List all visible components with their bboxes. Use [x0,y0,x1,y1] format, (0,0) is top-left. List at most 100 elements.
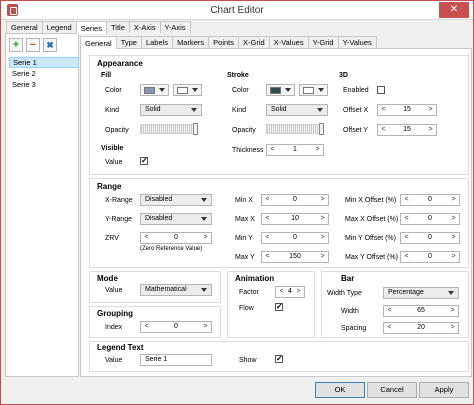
tab-title[interactable]: Title [105,21,130,33]
fill-opacity-slider[interactable] [140,123,198,135]
subtab-type[interactable]: Type [115,36,142,48]
series-item-1[interactable]: Serie 1 [9,57,79,68]
stroke-opacity-slider[interactable] [266,123,324,135]
legend-show-checkbox[interactable]: ✓ [275,355,283,363]
increment-icon[interactable]: > [294,287,303,297]
max-y-offset-stepper[interactable]: <0 > [400,251,460,263]
subtab-y-grid[interactable]: Y-Grid [307,36,339,48]
edit-series-button[interactable]: ✖ [43,38,57,52]
bar-width-type-select[interactable]: Percentage [383,287,459,299]
tab-x-axis[interactable]: X-Axis [128,21,161,33]
increment-icon[interactable]: > [449,195,458,205]
increment-icon[interactable]: > [426,105,435,115]
decrement-icon[interactable]: < [142,233,151,243]
tab-series[interactable]: Series [75,21,107,34]
max-x-offset-value[interactable]: 0 [411,214,449,224]
apply-button[interactable]: Apply [419,382,469,398]
tab-general[interactable]: General [6,21,43,33]
stroke-opacity-thumb[interactable] [319,123,324,135]
bar-width-value[interactable]: 65 [394,306,448,316]
increment-icon[interactable]: > [449,233,458,243]
tab-y-axis[interactable]: Y-Axis [159,21,191,33]
decrement-icon[interactable]: < [379,125,388,135]
zrv-value[interactable]: 0 [151,233,201,243]
decrement-icon[interactable]: < [402,214,411,224]
increment-icon[interactable]: > [318,195,327,205]
zrv-stepper[interactable]: <0 > [140,232,212,244]
increment-icon[interactable]: > [313,145,322,155]
grouping-index-value[interactable]: 0 [151,322,201,332]
stroke-color2-picker[interactable] [299,84,328,96]
increment-icon[interactable]: > [318,252,327,262]
series-item-3[interactable]: Serie 3 [9,79,79,90]
offset-y-value[interactable]: 15 [388,125,426,135]
stroke-kind-select[interactable]: Solid [266,104,328,116]
grouping-index-stepper[interactable]: <0 > [140,321,212,333]
min-y-offset-stepper[interactable]: <0 > [400,232,460,244]
offset-y-stepper[interactable]: <15 > [377,124,437,136]
mode-select[interactable]: Mathematical [140,284,212,296]
fill-opacity-thumb[interactable] [193,123,198,135]
subtab-x-grid[interactable]: X-Grid [238,36,270,48]
max-x-stepper[interactable]: <10 > [261,213,329,225]
decrement-icon[interactable]: < [402,195,411,205]
fill-color-picker[interactable] [140,84,169,96]
animation-flow-checkbox[interactable]: ✓ [275,303,283,311]
subtab-points[interactable]: Points [208,36,240,48]
legend-text-input[interactable]: Serie 1 [140,354,212,366]
decrement-icon[interactable]: < [263,252,272,262]
stroke-thickness-value[interactable]: 1 [277,145,313,155]
ok-button[interactable]: OK [315,382,365,398]
bar-spacing-stepper[interactable]: <20 > [383,322,459,334]
increment-icon[interactable]: > [448,323,457,333]
subtab-general[interactable]: General [80,36,117,49]
3d-enabled-checkbox[interactable] [377,86,385,94]
increment-icon[interactable]: > [426,125,435,135]
animation-factor-stepper[interactable]: <4 > [275,286,305,298]
decrement-icon[interactable]: < [385,306,394,316]
fill-color2-picker[interactable] [173,84,202,96]
decrement-icon[interactable]: < [268,145,277,155]
min-y-value[interactable]: 0 [272,233,318,243]
min-x-offset-value[interactable]: 0 [411,195,449,205]
offset-x-value[interactable]: 15 [388,105,426,115]
increment-icon[interactable]: > [201,322,210,332]
x-range-select[interactable]: Disabled [140,194,212,206]
decrement-icon[interactable]: < [379,105,388,115]
min-x-stepper[interactable]: <0 > [261,194,329,206]
increment-icon[interactable]: > [318,214,327,224]
bar-width-stepper[interactable]: <65 > [383,305,459,317]
remove-series-button[interactable]: − [26,38,40,52]
increment-icon[interactable]: > [449,252,458,262]
min-x-value[interactable]: 0 [272,195,318,205]
y-range-select[interactable]: Disabled [140,213,212,225]
max-y-value[interactable]: 150 [272,252,318,262]
increment-icon[interactable]: > [448,306,457,316]
subtab-markers[interactable]: Markers [172,36,210,48]
increment-icon[interactable]: > [201,233,210,243]
decrement-icon[interactable]: < [142,322,151,332]
decrement-icon[interactable]: < [263,233,272,243]
max-x-offset-stepper[interactable]: <0 > [400,213,460,225]
increment-icon[interactable]: > [449,214,458,224]
animation-factor-value[interactable]: 4 [286,287,294,297]
max-y-offset-value[interactable]: 0 [411,252,449,262]
add-series-button[interactable]: + [9,38,23,52]
offset-x-stepper[interactable]: <15 > [377,104,437,116]
min-y-offset-value[interactable]: 0 [411,233,449,243]
max-y-stepper[interactable]: <150 > [261,251,329,263]
visible-checkbox[interactable]: ✓ [140,157,148,165]
subtab-labels[interactable]: Labels [140,36,174,48]
decrement-icon[interactable]: < [385,323,394,333]
decrement-icon[interactable]: < [277,287,286,297]
subtab-y-values[interactable]: Y-Values [337,36,377,48]
subtab-x-values[interactable]: X-Values [268,36,309,48]
close-button[interactable]: ✕ [439,2,469,18]
cancel-button[interactable]: Cancel [367,382,417,398]
series-item-2[interactable]: Serie 2 [9,68,79,79]
stroke-color-picker[interactable] [266,84,295,96]
decrement-icon[interactable]: < [263,195,272,205]
decrement-icon[interactable]: < [263,214,272,224]
stroke-thickness-stepper[interactable]: <1 > [266,144,324,156]
fill-kind-select[interactable]: Solid [140,104,202,116]
